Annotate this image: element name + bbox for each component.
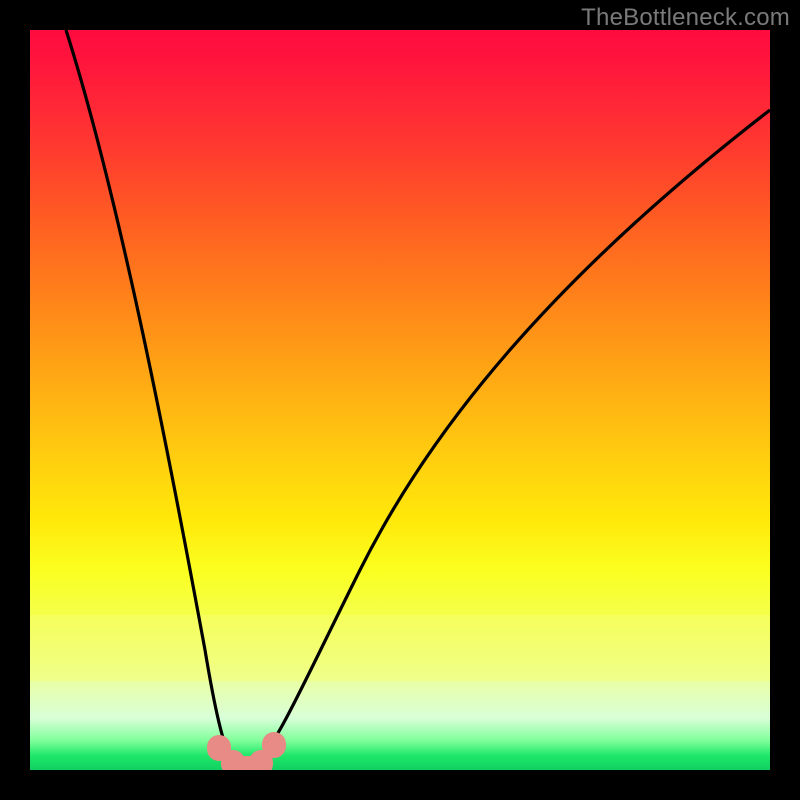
- plot-area: [30, 30, 770, 770]
- chart-frame: TheBottleneck.com: [0, 0, 800, 800]
- watermark-text: TheBottleneck.com: [581, 4, 790, 32]
- curve-marker: [262, 732, 286, 758]
- curve-path: [66, 30, 770, 767]
- bottleneck-curve: [30, 30, 770, 770]
